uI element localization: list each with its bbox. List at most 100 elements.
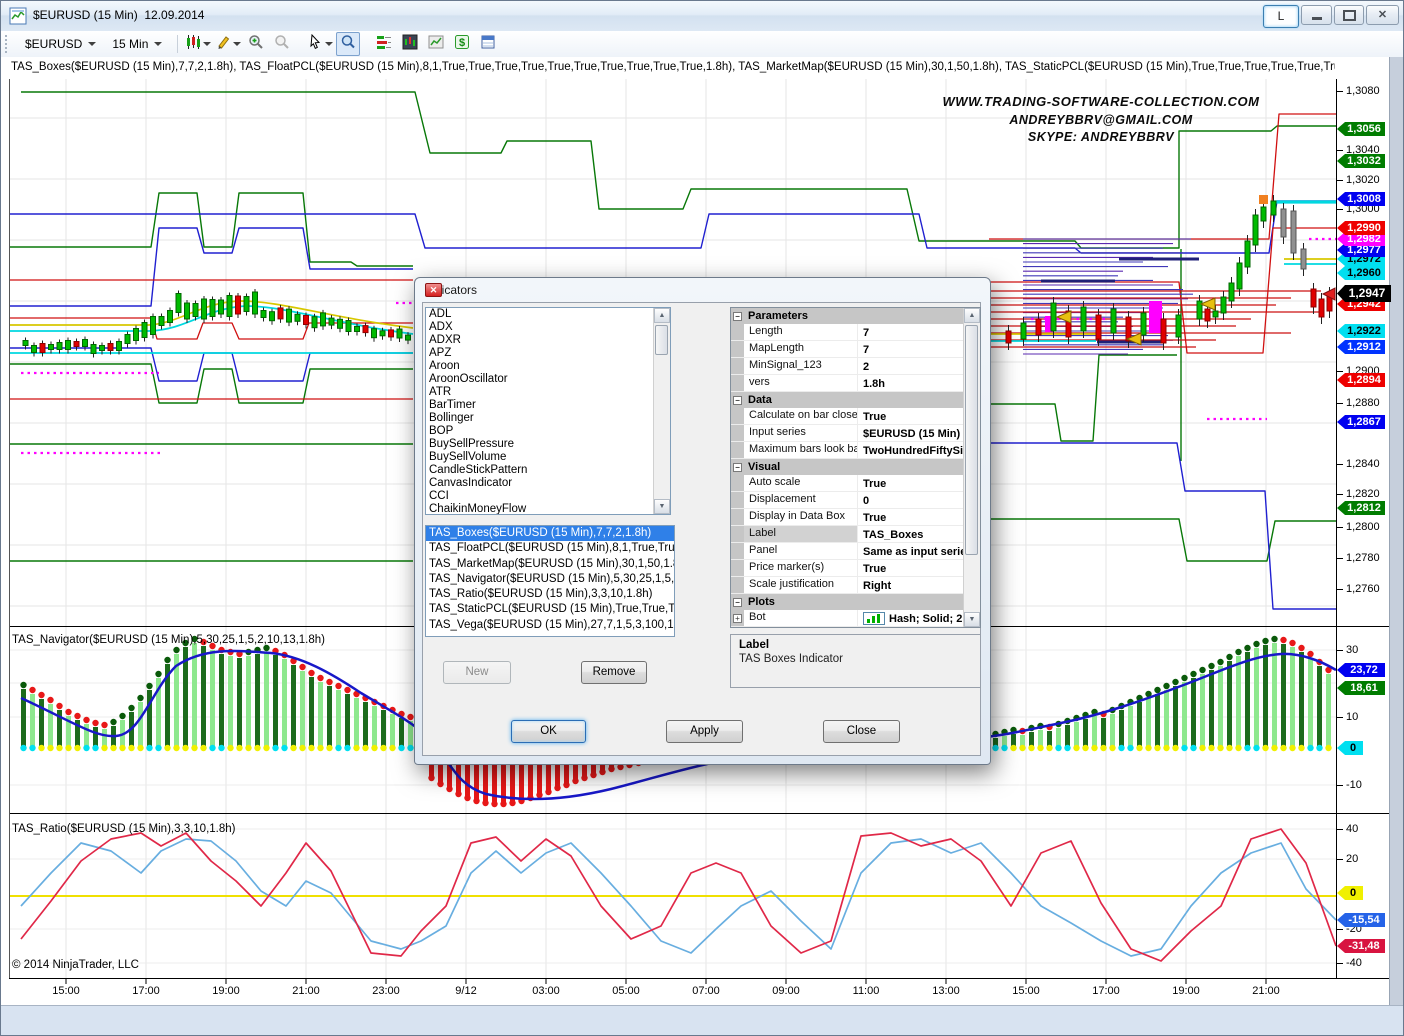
indicator-list-item[interactable]: CCI [426, 490, 654, 503]
property-row[interactable]: Scale justificationRight [731, 577, 963, 594]
property-grid[interactable]: −ParametersLength7MapLength7MinSignal_12… [730, 307, 981, 628]
axis-tick: 40 [1337, 823, 1358, 835]
indicator-list-item[interactable]: Aroon [426, 360, 654, 373]
property-value[interactable]: TwoHundredFiftySix [858, 442, 963, 458]
property-row[interactable]: PanelSame as input series [731, 543, 963, 560]
property-row[interactable]: Maximum bars look backTwoHundredFiftySix [731, 442, 963, 459]
indicator-list-item[interactable]: ADX [426, 321, 654, 334]
property-value[interactable]: True [858, 560, 963, 576]
scrollbar-thumb[interactable] [655, 325, 668, 355]
remove-button[interactable]: Remove [581, 661, 647, 684]
property-description: Label TAS Boxes Indicator [730, 634, 981, 688]
indicator-list-item[interactable]: CanvasIndicator [426, 477, 654, 490]
indicator-list-item[interactable]: BOP [426, 425, 654, 438]
property-category[interactable]: −Parameters [731, 308, 963, 324]
property-value[interactable]: Same as input series [858, 543, 963, 559]
property-label: Bot [744, 610, 858, 626]
property-value[interactable]: True [858, 509, 963, 525]
property-value[interactable]: 7 [858, 341, 963, 357]
collapse-icon[interactable]: − [733, 312, 742, 321]
configured-indicator-item[interactable]: TAS_FloatPCL($EURUSD (15 Min),8,1,True,T… [426, 541, 674, 556]
price-marker-badge: 1,2912 [1337, 340, 1385, 354]
property-row[interactable]: Displacement0 [731, 492, 963, 509]
grid-scrollbar[interactable]: ▲ ▼ [963, 308, 980, 627]
indicator-list-item[interactable]: BuySellVolume [426, 451, 654, 464]
property-row[interactable]: Display in Data BoxTrue [731, 509, 963, 526]
property-label: Maximum bars look back [744, 442, 858, 458]
property-row[interactable]: Auto scaleTrue [731, 475, 963, 492]
configured-indicator-item[interactable]: TAS_MarketMap($EURUSD (15 Min),30,1,50,1… [426, 557, 674, 572]
scroll-down-icon[interactable]: ▼ [654, 499, 670, 514]
dialog-close-button-bottom[interactable]: Close [823, 720, 900, 743]
collapse-icon[interactable]: − [733, 463, 742, 472]
property-value[interactable]: True [858, 475, 963, 491]
property-label: Calculate on bar close [744, 408, 858, 424]
collapse-icon[interactable]: − [733, 598, 742, 607]
time-axis-label: 17:00 [1092, 985, 1120, 997]
scroll-up-icon[interactable]: ▲ [654, 308, 670, 323]
scroll-down-icon[interactable]: ▼ [964, 612, 980, 627]
property-label: Price marker(s) [744, 560, 858, 576]
property-value[interactable]: 2 [858, 358, 963, 374]
apply-button[interactable]: Apply [666, 720, 743, 743]
property-row[interactable]: Length7 [731, 324, 963, 341]
property-value[interactable]: Hash; Solid; 2px [858, 610, 963, 626]
property-value[interactable]: $EURUSD (15 Min) [858, 425, 963, 441]
indicator-list-item[interactable]: Bollinger [426, 412, 654, 425]
list-scrollbar[interactable]: ▲ ▼ [653, 308, 670, 514]
price-marker-badge: -15,54 [1337, 913, 1385, 927]
new-button[interactable]: New [443, 661, 511, 684]
configured-indicator-item[interactable]: TAS_Navigator($EURUSD (15 Min),5,30,25,1… [426, 572, 674, 587]
available-indicators-list[interactable]: ADLADXADXRAPZAroonAroonOscillatorATRBarT… [425, 307, 671, 515]
property-value[interactable]: TAS_Boxes [858, 526, 963, 542]
indicator-list-item[interactable]: CandleStickPattern [426, 464, 654, 477]
dialog-close-button[interactable]: ✕ [425, 283, 442, 297]
property-row[interactable]: Calculate on bar closeTrue [731, 408, 963, 425]
property-category[interactable]: −Visual [731, 459, 963, 475]
collapse-icon[interactable]: − [733, 396, 742, 405]
indicator-list-item[interactable]: ADXR [426, 334, 654, 347]
indicator-list-item[interactable]: ATR [426, 386, 654, 399]
price-marker-badge: 1,3008 [1337, 192, 1385, 206]
property-row[interactable]: MinSignal_1232 [731, 358, 963, 375]
time-axis-label: 05:00 [612, 985, 640, 997]
property-category[interactable]: −Data [731, 392, 963, 408]
configured-indicators-list[interactable]: TAS_Boxes($EURUSD (15 Min),7,7,2,1.8h)TA… [425, 525, 675, 637]
property-row[interactable]: MapLength7 [731, 341, 963, 358]
property-value[interactable]: 1.8h [858, 375, 963, 391]
indicator-list-item[interactable]: BarTimer [426, 399, 654, 412]
property-value[interactable]: True [858, 408, 963, 424]
scroll-up-icon[interactable]: ▲ [964, 308, 980, 323]
indicator-list-item[interactable]: BuySellPressure [426, 438, 654, 451]
property-row[interactable]: Price marker(s)True [731, 560, 963, 577]
property-row[interactable]: +BotHash; Solid; 2px [731, 610, 963, 627]
time-axis-label: 21:00 [292, 985, 320, 997]
configured-indicator-item[interactable]: TAS_Ratio($EURUSD (15 Min),3,3,10,1.8h) [426, 587, 674, 602]
scrollbar-thumb[interactable] [965, 325, 978, 555]
configured-indicator-item[interactable]: TAS_StaticPCL($EURUSD (15 Min),True,True… [426, 602, 674, 617]
indicator-list-item[interactable]: APZ [426, 347, 654, 360]
property-row[interactable]: vers1.8h [731, 375, 963, 392]
dialog-titlebar[interactable]: Indicators ✕ [415, 278, 990, 302]
property-row[interactable]: Input series$EURUSD (15 Min) [731, 425, 963, 442]
price-marker-badge: 1,3032 [1337, 154, 1385, 168]
indicator-list-item[interactable]: ChaikinMoneyFlow [426, 503, 654, 515]
property-category[interactable]: −Plots [731, 594, 963, 610]
ok-button[interactable]: OK [511, 720, 586, 743]
property-value[interactable]: Hash; Solid; 2px [858, 627, 963, 628]
indicator-header: TAS_Boxes($EURUSD (15 Min),7,7,2,1.8h), … [11, 61, 1335, 73]
copyright: © 2014 NinjaTrader, LLC [12, 959, 139, 971]
property-value[interactable]: 7 [858, 324, 963, 340]
property-value[interactable]: 0 [858, 492, 963, 508]
axis-tick: 30 [1337, 644, 1358, 656]
property-row[interactable]: LabelTAS_Boxes [731, 526, 963, 543]
indicator-list-item[interactable]: ADL [426, 308, 654, 321]
indicator-list-item[interactable]: AroonOscillator [426, 373, 654, 386]
configured-indicator-item[interactable]: TAS_Boxes($EURUSD (15 Min),7,7,2,1.8h) [426, 526, 674, 541]
property-row[interactable]: +CtrHash; Solid; 2px [731, 627, 963, 628]
axis-tick: 1,3020 [1337, 174, 1380, 186]
expand-icon[interactable]: + [733, 614, 742, 623]
price-marker-badge: 1,3056 [1337, 122, 1385, 136]
property-value[interactable]: Right [858, 577, 963, 593]
configured-indicator-item[interactable]: TAS_Vega($EURUSD (15 Min),27,7,1,5,3,100… [426, 618, 674, 633]
